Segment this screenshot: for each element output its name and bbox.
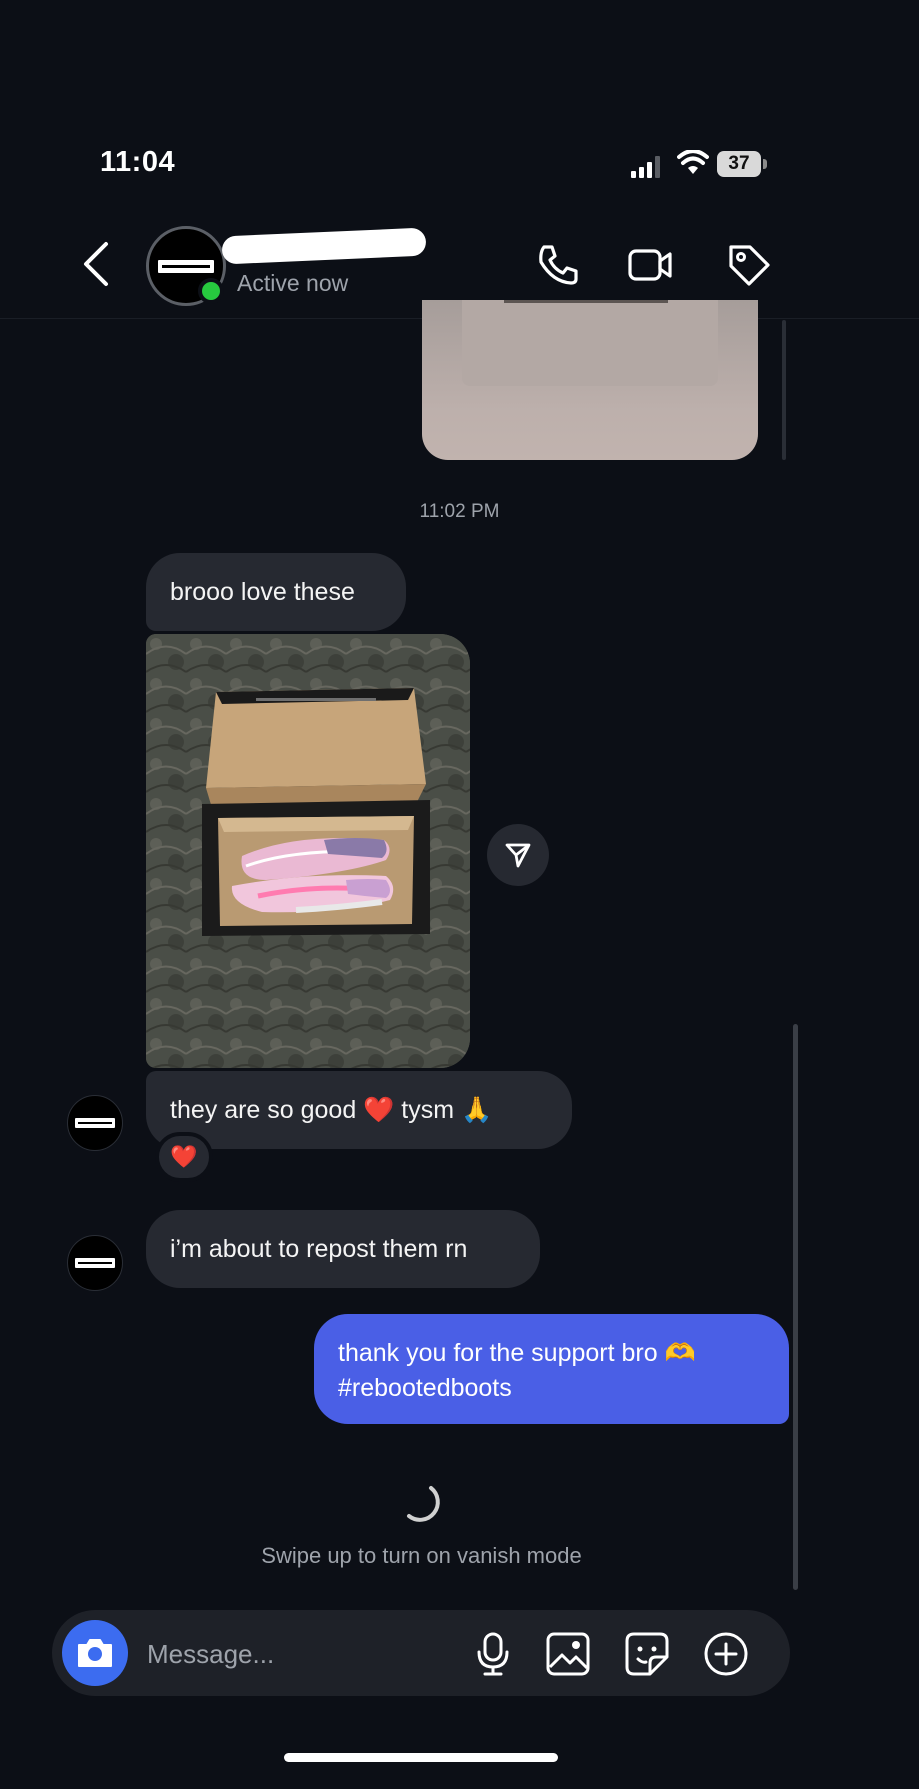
contact-status: Active now xyxy=(237,270,349,296)
video-camera-icon[interactable] xyxy=(627,242,673,288)
message-text: brooo love these xyxy=(170,577,355,606)
sender-avatar[interactable] xyxy=(67,1235,123,1291)
media-scrollbar xyxy=(782,320,786,460)
gallery-icon[interactable] xyxy=(545,1631,591,1677)
message-text: i’m about to repost them rn xyxy=(170,1234,468,1263)
reaction-emoji: ❤️ xyxy=(170,1144,198,1169)
brand-logo xyxy=(158,259,214,273)
phone-icon[interactable] xyxy=(535,242,581,288)
heart-reaction[interactable]: ❤️ xyxy=(155,1132,213,1182)
loading-spinner-icon xyxy=(407,1486,440,1522)
message-text: they are so good ❤️ tysm 🙏 xyxy=(170,1095,493,1124)
brand-logo xyxy=(75,1258,115,1268)
wifi-icon xyxy=(677,150,709,174)
sticker-icon[interactable] xyxy=(624,1631,670,1677)
incoming-message-bubble[interactable]: brooo love these xyxy=(146,553,406,631)
message-text-line-2: #rebootedboots xyxy=(338,1374,512,1402)
share-icon xyxy=(505,843,531,868)
message-input[interactable] xyxy=(147,1634,447,1674)
vanish-mode-hint: Swipe up to turn on vanish mode xyxy=(261,1543,582,1568)
plus-circle-icon[interactable] xyxy=(703,1631,749,1677)
microphone-icon[interactable] xyxy=(470,1631,516,1677)
sender-avatar[interactable] xyxy=(67,1095,123,1151)
incoming-message-bubble[interactable]: i’m about to repost them rn xyxy=(146,1210,540,1288)
outgoing-message-bubble[interactable]: thank you for the support bro 🫶 #reboote… xyxy=(314,1314,789,1424)
thread-scrollbar[interactable] xyxy=(793,1024,798,1590)
status-time: 11:04 xyxy=(100,146,176,178)
cellular-signal-icon xyxy=(631,156,660,178)
back-chevron-icon[interactable] xyxy=(80,240,112,288)
message-timestamp: 11:02 PM xyxy=(419,501,500,522)
shared-media-preview[interactable] xyxy=(422,300,758,460)
incoming-photo-message[interactable] xyxy=(146,634,470,1068)
camera-icon xyxy=(78,1639,112,1667)
battery-indicator: 37 xyxy=(717,151,767,177)
camera-button[interactable] xyxy=(62,1620,128,1686)
share-button[interactable] xyxy=(487,824,549,886)
online-status-dot xyxy=(198,278,224,304)
incoming-message-bubble[interactable]: they are so good ❤️ tysm 🙏 xyxy=(146,1071,572,1149)
message-text-line-1: thank you for the support bro 🫶 xyxy=(338,1339,696,1367)
home-indicator[interactable] xyxy=(284,1753,558,1762)
brand-logo xyxy=(75,1118,115,1128)
battery-level: 37 xyxy=(728,153,750,174)
redacted-contact-name[interactable] xyxy=(221,227,427,265)
shoe-box-photo xyxy=(146,634,470,1068)
tag-icon[interactable] xyxy=(726,242,772,288)
